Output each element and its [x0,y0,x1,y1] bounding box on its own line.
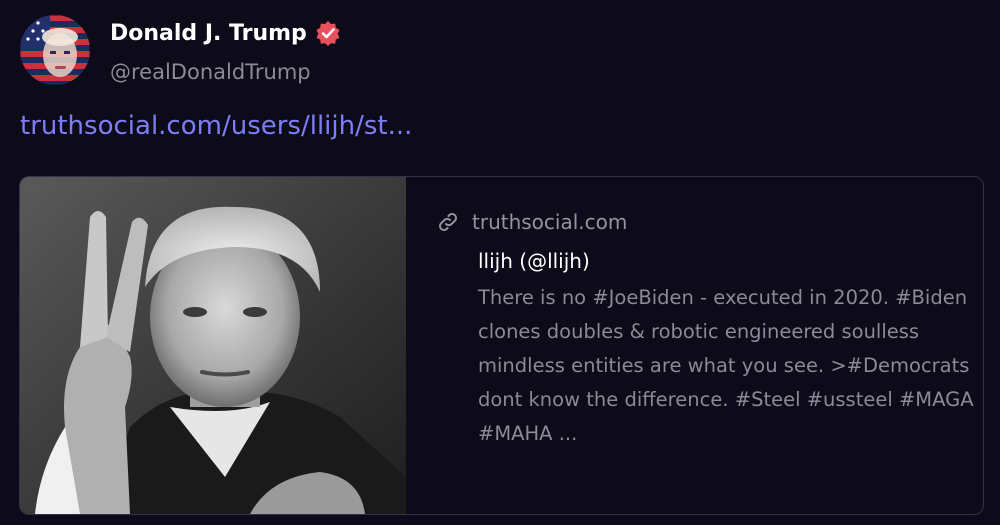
truth-post: Donald J. Trump @realDonaldTrump truthso… [0,0,1000,525]
link-icon [439,213,457,231]
verified-badge-icon [316,21,340,46]
peace-sign-photo [20,177,406,514]
link-preview-card[interactable]: truthsocial.com llijh (@llijh) There is … [19,176,984,515]
link-preview-domain-row: truthsocial.com [436,207,966,237]
avatar-image [20,15,90,85]
author-name-row[interactable]: Donald J. Trump [110,20,341,46]
link-preview-meta: truthsocial.com llijh (@llijh) There is … [436,207,974,451]
link-preview-title: llijh (@llijh) [478,249,590,273]
author-avatar[interactable] [20,15,90,85]
post-link[interactable]: truthsocial.com/users/llijh/st... [20,111,412,141]
link-preview-domain: truthsocial.com [472,210,628,234]
link-preview-description: There is no #JoeBiden - executed in 2020… [478,286,974,445]
author-name[interactable]: Donald J. Trump [110,21,307,46]
author-handle[interactable]: @realDonaldTrump [110,60,311,84]
link-preview-image[interactable] [20,177,406,514]
